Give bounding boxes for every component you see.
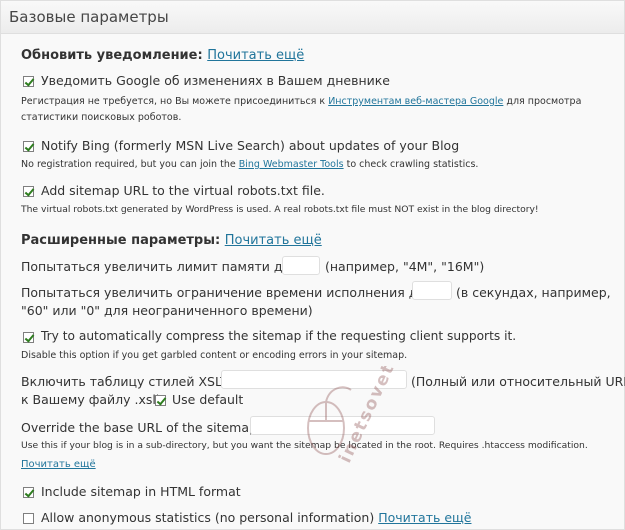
google-note-line2: статистики поисковых роботов. — [21, 112, 182, 123]
xslt-use-default-checkbox[interactable] — [155, 395, 166, 406]
compress-checkbox[interactable] — [23, 332, 34, 343]
notify-section-heading: Обновить уведомление: Почитать ещё — [21, 48, 304, 63]
base-url-read-more-link[interactable]: Почитать ещё — [21, 459, 96, 470]
google-checkbox[interactable] — [23, 76, 34, 87]
advanced-heading-text: Расширенные параметры: — [21, 233, 221, 248]
html-format-checkbox[interactable] — [23, 487, 34, 498]
memory-label: Попытаться увеличить лимит памяти до: — [21, 259, 295, 274]
notify-heading-text: Обновить уведомление: — [21, 48, 203, 63]
memory-limit-input[interactable] — [282, 256, 320, 275]
google-webmaster-link[interactable]: Инструментам веб-мастера Google — [328, 96, 503, 107]
memory-hint: (например, "4M", "16M") — [325, 259, 485, 274]
anon-stats-label: Allow anonymous statistics (no personal … — [41, 510, 471, 525]
bing-label: Notify Bing (formerly MSN Live Search) a… — [41, 138, 460, 153]
google-note-after: для просмотра — [503, 96, 582, 107]
panel-header: Базовые параметры — [1, 1, 624, 34]
advanced-section-heading: Расширенные параметры: Почитать ещё — [21, 233, 322, 248]
bing-webmaster-link[interactable]: Bing Webmaster Tools — [239, 159, 344, 170]
google-note: Регистрация не требуется, но Вы можете п… — [21, 96, 581, 107]
anon-stats-text: Allow anonymous statistics (no personal … — [41, 510, 375, 525]
xslt-hint-line2: к Вашему файлу .xsl) — [21, 392, 161, 407]
bing-note-before: No registration required, but you can jo… — [21, 159, 239, 170]
notify-read-more-link[interactable]: Почитать ещё — [207, 48, 304, 63]
html-format-label: Include sitemap in HTML format — [41, 484, 241, 499]
bing-note: No registration required, but you can jo… — [21, 159, 478, 170]
robots-checkbox[interactable] — [23, 186, 34, 197]
panel-title: Базовые параметры — [9, 8, 169, 26]
xslt-label: Включить таблицу стилей XSLT: — [21, 374, 231, 389]
anon-stats-checkbox[interactable] — [23, 513, 34, 524]
exec-time-hint-line2: "60" или "0" для неограниченного времени… — [21, 303, 313, 318]
exec-time-input[interactable] — [412, 281, 452, 300]
base-url-label: Override the base URL of the sitemap: — [21, 420, 262, 435]
xslt-hint-line1: (Полный или относительный URL — [411, 374, 625, 389]
xslt-url-input[interactable] — [221, 370, 407, 389]
compress-note: Disable this option if you get garbled c… — [21, 350, 408, 361]
advanced-read-more-link[interactable]: Почитать ещё — [225, 233, 322, 248]
anon-stats-read-more-link[interactable]: Почитать ещё — [378, 510, 471, 525]
compress-label: Try to automatically compress the sitema… — [41, 329, 517, 343]
robots-note: The virtual robots.txt generated by Word… — [21, 204, 539, 215]
basic-settings-panel: Базовые параметры Обновить уведомление: … — [0, 0, 625, 530]
google-label: Уведомить Google об изменениях в Вашем д… — [41, 73, 390, 88]
bing-checkbox[interactable] — [23, 141, 34, 152]
google-note-before: Регистрация не требуется, но Вы можете п… — [21, 96, 329, 107]
bing-note-after: to check crawling statistics. — [343, 159, 479, 170]
exec-time-label: Попытаться увеличить ограничение времени… — [21, 285, 430, 300]
base-url-note: Use this if your blog is in a sub-direct… — [21, 440, 588, 451]
robots-label: Add sitemap URL to the virtual robots.tx… — [41, 183, 325, 198]
xslt-use-default-label: Use default — [172, 392, 244, 407]
base-url-input[interactable] — [250, 416, 435, 435]
exec-time-hint-line1: (в секундах, например, — [456, 285, 611, 300]
